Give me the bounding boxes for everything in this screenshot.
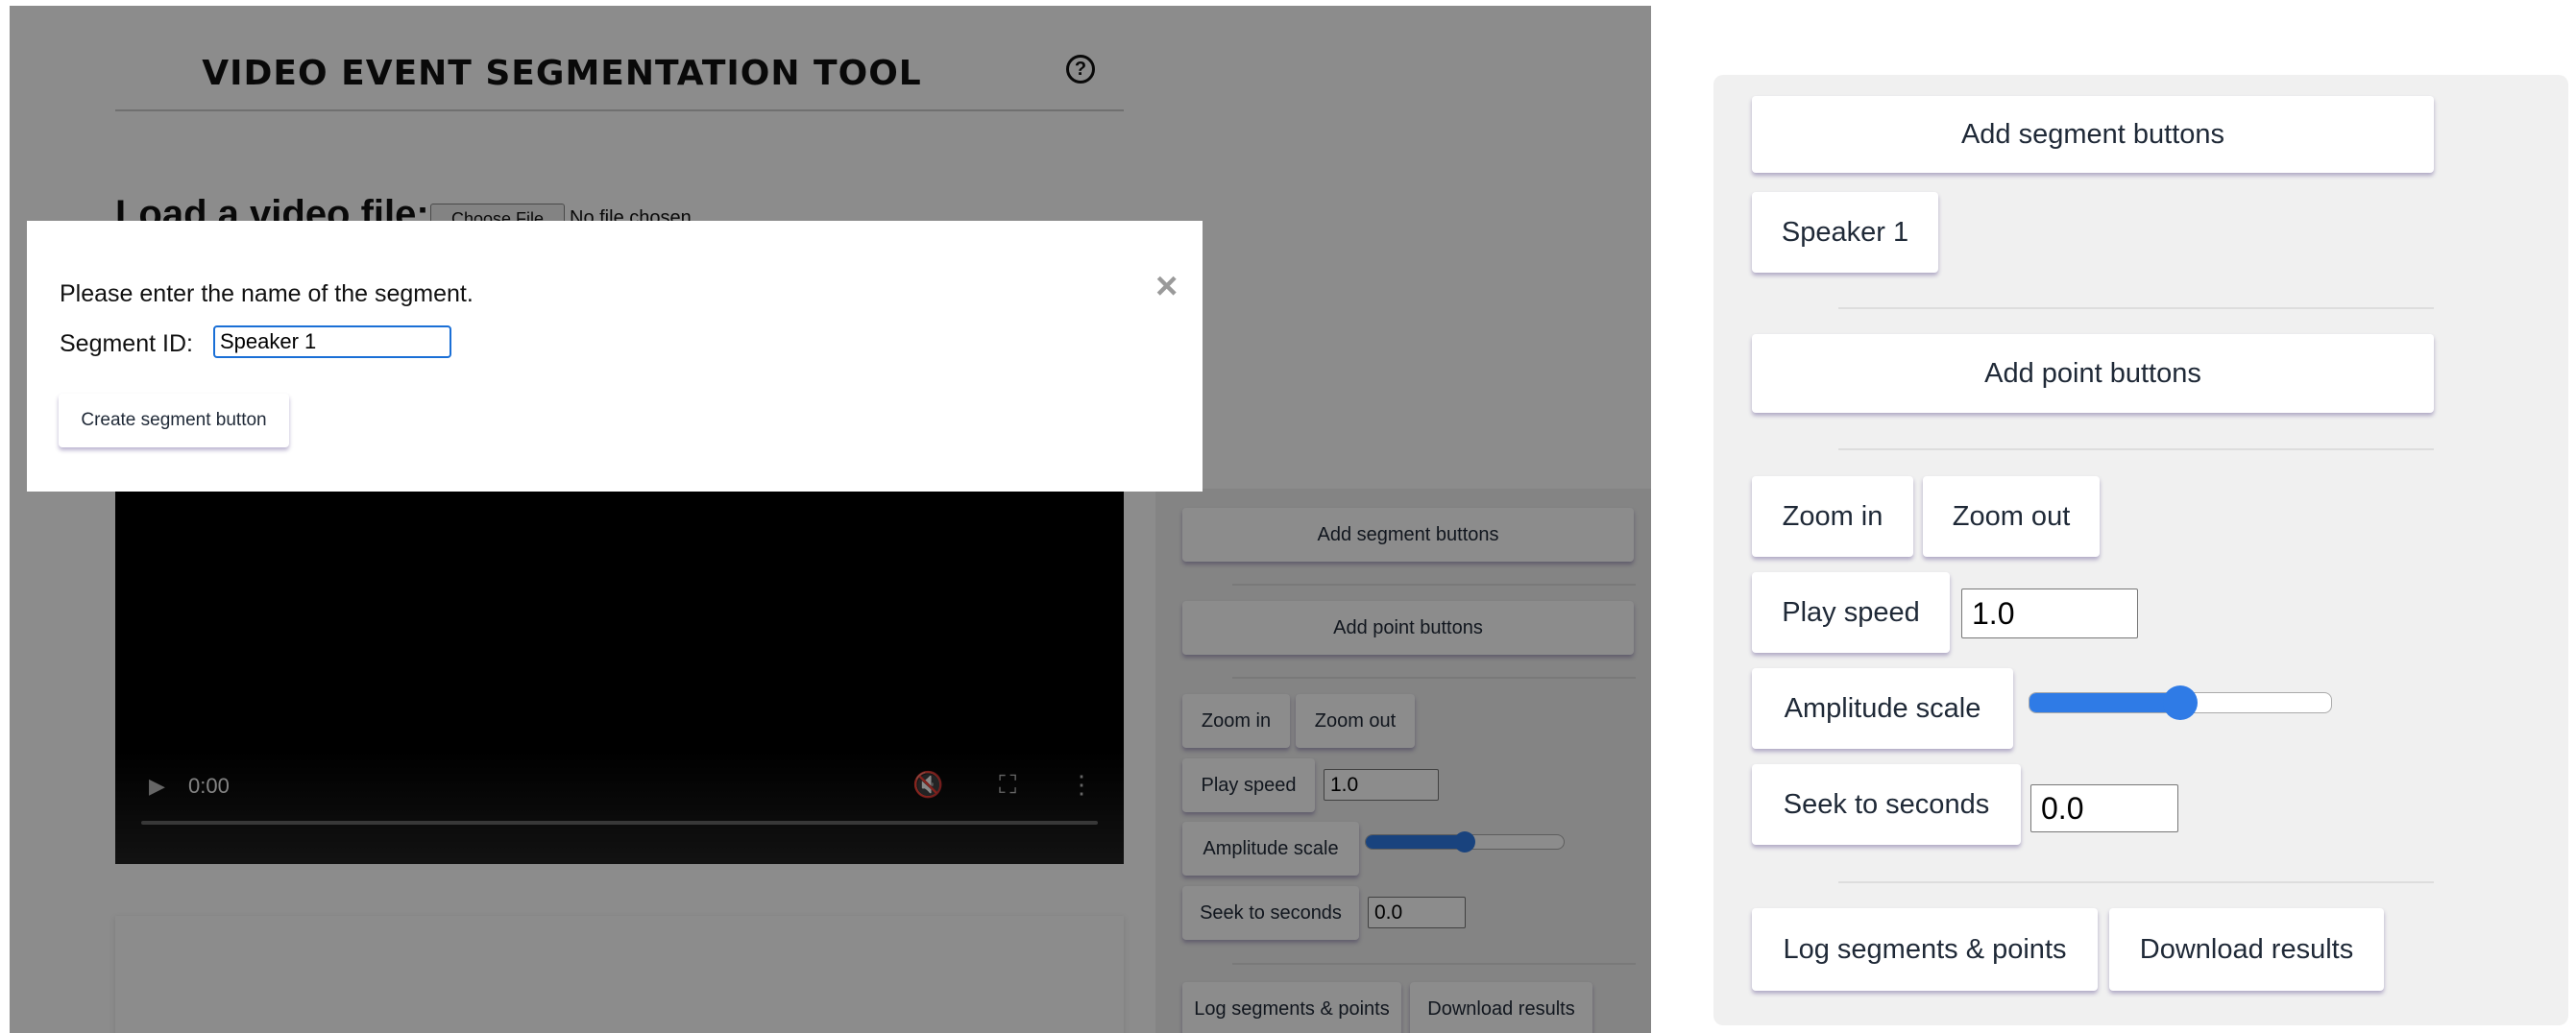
play-speed-button[interactable]: Play speed xyxy=(1752,572,1950,653)
app-screenshot-with-modal: VIDEO EVENT SEGMENTATION TOOL ? Load a v… xyxy=(10,6,1651,1033)
divider xyxy=(1838,448,2434,450)
amplitude-scale-button[interactable]: Amplitude scale xyxy=(1752,668,2013,749)
zoom-in-button[interactable]: Zoom in xyxy=(1752,476,1913,557)
divider xyxy=(1838,307,2434,309)
zoomed-control-panel: Add segment buttons Speaker 1 Add point … xyxy=(1713,75,2568,1025)
segment-name-modal: Please enter the name of the segment. × … xyxy=(27,221,1203,492)
log-segments-button[interactable]: Log segments & points xyxy=(1752,908,2098,991)
speaker-1-segment-button[interactable]: Speaker 1 xyxy=(1752,192,1938,273)
add-point-buttons-button[interactable]: Add point buttons xyxy=(1752,334,2434,413)
add-segment-buttons-button[interactable]: Add segment buttons xyxy=(1752,96,2434,173)
seek-to-seconds-button[interactable]: Seek to seconds xyxy=(1752,764,2021,845)
segment-id-input[interactable]: Speaker 1 xyxy=(213,325,451,358)
create-segment-button[interactable]: Create segment button xyxy=(59,394,289,447)
modal-message: Please enter the name of the segment. xyxy=(60,280,474,307)
download-results-button[interactable]: Download results xyxy=(2109,908,2384,991)
divider xyxy=(1838,881,2434,883)
segment-id-label: Segment ID: xyxy=(60,330,193,357)
zoom-out-button[interactable]: Zoom out xyxy=(1923,476,2100,557)
amplitude-slider-thumb[interactable] xyxy=(2163,685,2198,720)
modal-backdrop[interactable] xyxy=(10,6,1651,1033)
close-icon[interactable]: × xyxy=(1155,265,1178,308)
seek-input[interactable]: 0.0 xyxy=(2030,784,2178,832)
play-speed-input[interactable]: 1.0 xyxy=(1961,589,2138,638)
amplitude-slider-fill xyxy=(2029,693,2181,712)
